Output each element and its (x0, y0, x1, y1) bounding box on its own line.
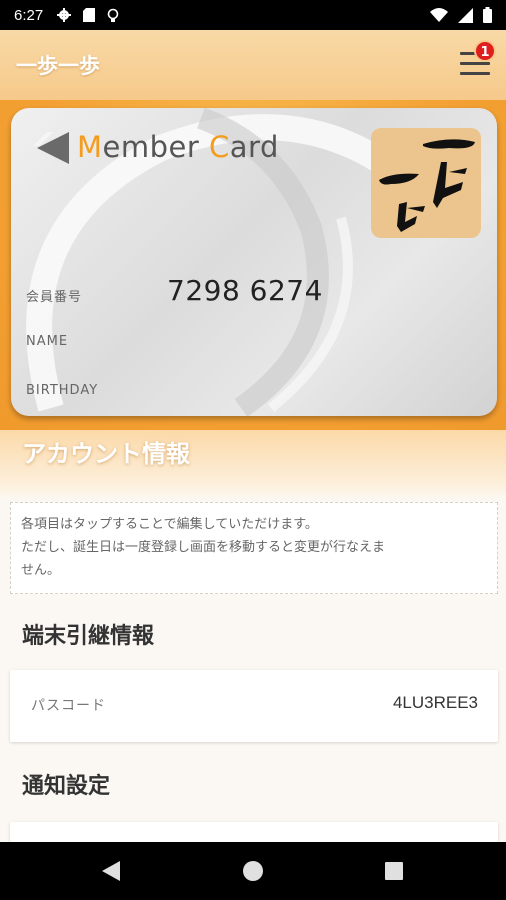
brand-logo-calligraphy (379, 139, 475, 232)
back-icon[interactable] (100, 859, 124, 883)
member-number-value: 7298 6274 (167, 274, 323, 307)
signal-icon (458, 7, 473, 23)
app-title: 一歩一歩 (16, 54, 100, 78)
passcode-value: 4LU3REE3 (392, 693, 478, 712)
menu-button[interactable]: 1 (460, 40, 496, 76)
account-section-header: アカウント情報 (0, 430, 506, 500)
notification-badge: 1 (474, 40, 496, 62)
passcode-label: パスコード (31, 698, 106, 714)
account-heading: アカウント情報 (22, 440, 190, 468)
member-card-title: Member Card (77, 130, 279, 164)
passcode-row[interactable]: パスコード 4LU3REE3 (10, 670, 498, 742)
bulb-icon (107, 8, 119, 22)
member-card: Member Card 会員番号 7298 6274 NAME BIRTHDAY (11, 108, 497, 416)
sd-card-icon (83, 8, 96, 22)
notice-line: ただし、誕生日は一度登録し画面を移動すると変更が行なえま (21, 540, 386, 555)
battery-icon (483, 7, 492, 23)
notice-line: 各項目はタップすることで編集していただけます。 (21, 517, 318, 532)
navigation-bar (0, 842, 506, 900)
recents-icon[interactable] (382, 859, 406, 883)
notifications-heading: 通知設定 (22, 774, 111, 799)
status-bar: 6:27 (0, 0, 506, 30)
status-time: 6:27 (14, 6, 44, 24)
wifi-icon (430, 8, 448, 22)
edit-notice: 各項目はタップすることで編集していただけます。 ただし、誕生日は一度登録し画面を… (10, 502, 498, 594)
member-card-area: Member Card 会員番号 7298 6274 NAME BIRTHDAY (0, 100, 506, 430)
name-label: NAME (26, 334, 69, 349)
device-transfer-heading: 端末引継情報 (22, 624, 155, 649)
home-icon[interactable] (241, 859, 265, 883)
gear-icon (57, 8, 72, 22)
notice-line: せん。 (21, 563, 61, 578)
notification-setting-row[interactable] (10, 822, 498, 842)
birthday-label: BIRTHDAY (26, 383, 99, 398)
member-number-label: 会員番号 (26, 290, 83, 305)
brand-logo (371, 128, 481, 238)
card-arrow-icon (33, 132, 69, 164)
app-bar: 一歩一歩 1 (0, 30, 506, 100)
